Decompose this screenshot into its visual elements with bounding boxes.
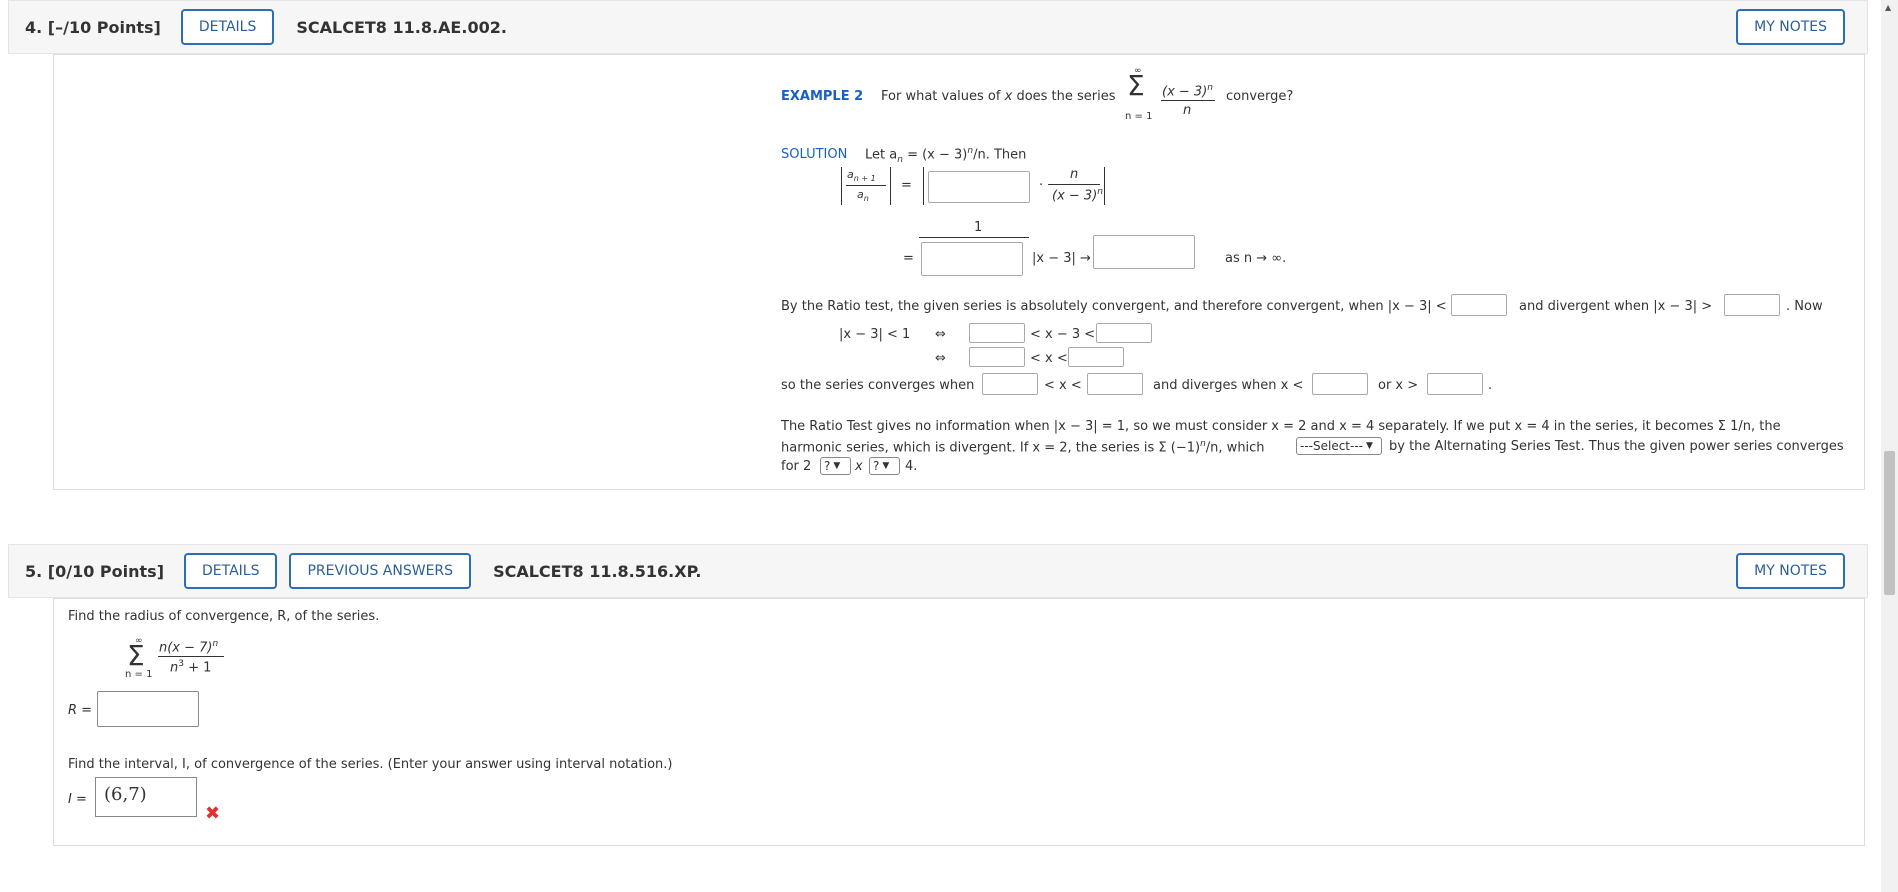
question-5-panel: Find the radius of convergence, R, of th…	[53, 598, 1865, 846]
lt-x-lt-2: < x <	[1044, 378, 1082, 393]
equals-sign: =	[901, 178, 912, 193]
sigma-symbol: Σ	[127, 639, 145, 672]
question-4-number-points: 4. [–/10 Points]	[25, 17, 161, 37]
abs-bar-right	[890, 167, 891, 205]
lt-x-minus-3-lt: < x − 3 <	[1030, 327, 1096, 342]
interval-input[interactable]: (6,7)	[95, 777, 197, 817]
incorrect-icon: ✖	[205, 803, 221, 824]
r-label: R =	[68, 703, 93, 718]
convergence-select[interactable]: ---Select--- ▼	[1296, 437, 1382, 455]
multiply-dot: ·	[1039, 178, 1044, 193]
radius-gt-input[interactable]	[1724, 294, 1780, 316]
one-fraction-bar	[919, 237, 1029, 238]
sigma-symbol: Σ	[1127, 69, 1145, 102]
ineq2-right-input[interactable]	[1068, 347, 1124, 367]
ratio-test-text: By the Ratio test, the given series is a…	[781, 299, 1447, 314]
ineq1-right-input[interactable]	[1096, 323, 1152, 343]
converge-text: converge?	[1226, 89, 1294, 104]
sum-lower-limit: n = 1	[1125, 111, 1153, 122]
converge-right-input[interactable]	[1087, 373, 1143, 395]
abs-x-limit: |x − 3| →	[1032, 251, 1091, 266]
ratio-info-line2c: by the Alternating Series Test. Thus the…	[1389, 439, 1844, 454]
one-numerator: 1	[974, 220, 983, 235]
for-2-text: for 2	[781, 459, 812, 474]
limit-input[interactable]	[1093, 235, 1195, 269]
fraction-bar	[158, 656, 224, 657]
converge-left-input[interactable]	[982, 373, 1038, 395]
example-question-text: For what values of x does the series	[881, 89, 1116, 104]
radius-lt-input[interactable]	[1451, 294, 1507, 316]
ratio-answer-input[interactable]	[928, 171, 1030, 203]
divergent-when-text: and divergent when |x − 3| >	[1519, 299, 1713, 314]
x-variable: x	[855, 459, 863, 474]
question-4-id: SCALCET8 11.8.AE.002.	[296, 17, 507, 37]
now-text: . Now	[1786, 299, 1823, 314]
as-n-infinity: as n → ∞.	[1225, 251, 1287, 266]
radius-input[interactable]	[97, 691, 199, 727]
ineq1-left-input[interactable]	[969, 323, 1025, 343]
sum-lower-limit: n = 1	[125, 669, 153, 680]
ineq2-left-input[interactable]	[969, 347, 1025, 367]
ineq-abs-text: |x − 3| < 1	[839, 327, 911, 342]
right-inequality-select[interactable]: ? ▼	[869, 457, 900, 475]
four-text: 4.	[905, 459, 918, 474]
fraction-bar	[1161, 100, 1215, 101]
so-series-text: so the series converges when	[781, 378, 975, 393]
frac2-denominator: (x − 3)n	[1052, 187, 1103, 204]
solution-label: SOLUTION	[781, 147, 848, 162]
scroll-up-icon[interactable]: ▲	[1885, 3, 1891, 12]
lt-x-lt: < x <	[1030, 351, 1068, 366]
diverge-left-input[interactable]	[1312, 373, 1368, 395]
series-denominator: n3 + 1	[170, 659, 212, 676]
scrollbar[interactable]: ▲	[1881, 0, 1898, 892]
previous-answers-button[interactable]: PREVIOUS ANSWERS	[289, 553, 472, 589]
question-4-panel: EXAMPLE 2 For what values of x does the …	[53, 54, 1865, 490]
ratio-fraction-bar	[846, 185, 886, 186]
my-notes-button[interactable]: MY NOTES	[1736, 9, 1845, 45]
or-x-text: or x >	[1378, 378, 1419, 393]
left-inequality-select[interactable]: ? ▼	[820, 457, 851, 475]
example-label: EXAMPLE 2	[781, 89, 864, 104]
frac2-bar	[1048, 184, 1100, 185]
find-interval-text: Find the interval, I, of convergence of …	[68, 757, 673, 772]
period-text: .	[1488, 378, 1493, 393]
diverge-right-input[interactable]	[1427, 373, 1483, 395]
abs-bar-right-2	[1104, 167, 1105, 205]
ratio-info-line1: The Ratio Test gives no information when…	[781, 419, 1781, 434]
details-button[interactable]: DETAILS	[184, 553, 278, 589]
solution-let-text: Let an = (x − 3)n/n. Then	[865, 146, 1027, 165]
abs-bar-left	[841, 167, 842, 205]
ratio-info-line2a: harmonic series, which is divergent. If …	[781, 439, 1265, 456]
i-label: I =	[68, 792, 87, 807]
series-numerator: (x − 3)n	[1162, 83, 1213, 100]
frac2-numerator: n	[1070, 167, 1079, 182]
question-5-header: 5. [0/10 Points] DETAILS PREVIOUS ANSWER…	[8, 544, 1868, 598]
question-5-id: SCALCET8 11.8.516.XP.	[493, 561, 702, 581]
iff-symbol-1: ⇔	[935, 327, 946, 342]
iff-symbol-2: ⇔	[935, 351, 946, 366]
scrollbar-thumb[interactable]	[1884, 451, 1895, 595]
my-notes-button[interactable]: MY NOTES	[1736, 553, 1845, 589]
details-button[interactable]: DETAILS	[180, 9, 275, 45]
ratio-numerator: an + 1	[847, 168, 876, 184]
question-4-header: 4. [–/10 Points] DETAILS SCALCET8 11.8.A…	[8, 0, 1868, 54]
abs-bar-left-2	[923, 167, 924, 205]
question-5-number-points: 5. [0/10 Points]	[25, 561, 164, 581]
diverges-when-text: and diverges when x <	[1153, 378, 1304, 393]
find-radius-text: Find the radius of convergence, R, of th…	[68, 609, 380, 624]
ratio-denominator: an	[857, 188, 869, 204]
denominator-input[interactable]	[921, 242, 1023, 276]
equals-sign-2: =	[903, 251, 914, 266]
series-denominator: n	[1183, 103, 1192, 118]
series-numerator: n(x − 7)n	[159, 639, 219, 656]
